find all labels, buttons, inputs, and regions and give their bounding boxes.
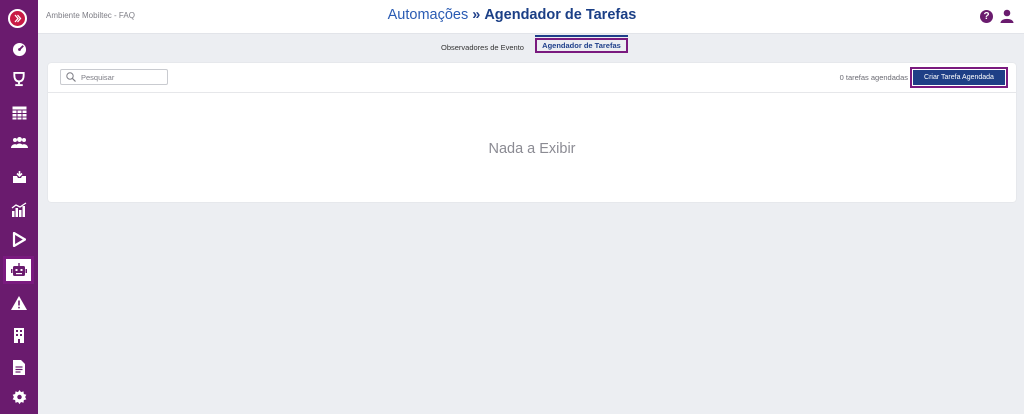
search-input[interactable] (81, 71, 165, 83)
create-scheduled-task-button[interactable]: Criar Tarefa Agendada (910, 67, 1008, 88)
users-icon (10, 137, 28, 148)
document-icon (13, 359, 25, 375)
tachometer-icon (12, 42, 26, 56)
sidebar-item-automation[interactable] (3, 256, 34, 284)
top-bar: Ambiente Mobiltec - FAQ Automações» Agend… (38, 0, 1024, 34)
create-scheduled-task-label: Criar Tarefa Agendada (913, 70, 1005, 85)
warning-icon (11, 296, 27, 310)
breadcrumb-separator: » (472, 7, 481, 23)
play-icon (12, 231, 26, 247)
logo-chevron-icon (14, 14, 22, 23)
user-icon[interactable] (1000, 9, 1014, 28)
task-count-label: 0 tarefas agendadas (839, 73, 908, 82)
building-icon (14, 327, 24, 343)
active-tab-indicator (535, 35, 628, 37)
task-list-panel: 0 tarefas agendadas Criar Tarefa Agendad… (48, 63, 1016, 202)
sidebar-item-settings[interactable] (0, 382, 38, 412)
app-logo[interactable] (8, 9, 27, 28)
tab-event-observers[interactable]: Observadores de Evento (441, 43, 524, 52)
divider (48, 92, 1016, 93)
sidebar-item-trophy[interactable] (0, 64, 38, 94)
breadcrumb-section[interactable]: Automações (388, 7, 469, 23)
chart-icon (11, 201, 27, 217)
sidebar (0, 0, 38, 414)
sidebar-item-company[interactable] (0, 320, 38, 350)
search-box[interactable] (60, 69, 168, 85)
tab-task-scheduler[interactable]: Agendador de Tarefas (535, 38, 628, 53)
sidebar-item-inbox[interactable] (0, 162, 38, 192)
page-title: Automações» Agendador de Tarefas (38, 7, 986, 23)
sidebar-item-table[interactable] (0, 98, 38, 128)
search-icon (66, 72, 76, 82)
trophy-icon (13, 71, 25, 86)
robot-icon (10, 263, 27, 276)
sidebar-item-dashboard[interactable] (0, 34, 38, 64)
help-icon[interactable]: ? (980, 10, 993, 23)
sidebar-item-users[interactable] (0, 128, 38, 158)
tab-bar: Observadores de Evento Agendador de Tare… (38, 34, 1024, 60)
table-icon (11, 106, 27, 120)
sidebar-item-alerts[interactable] (0, 288, 38, 318)
gear-icon (12, 389, 26, 404)
inbox-icon (12, 171, 26, 183)
sidebar-item-chart[interactable] (0, 194, 38, 224)
breadcrumb-current: Agendador de Tarefas (484, 7, 637, 23)
empty-state-message: Nada a Exibir (488, 141, 576, 157)
sidebar-item-reports[interactable] (0, 352, 38, 382)
sidebar-item-play[interactable] (0, 224, 38, 254)
